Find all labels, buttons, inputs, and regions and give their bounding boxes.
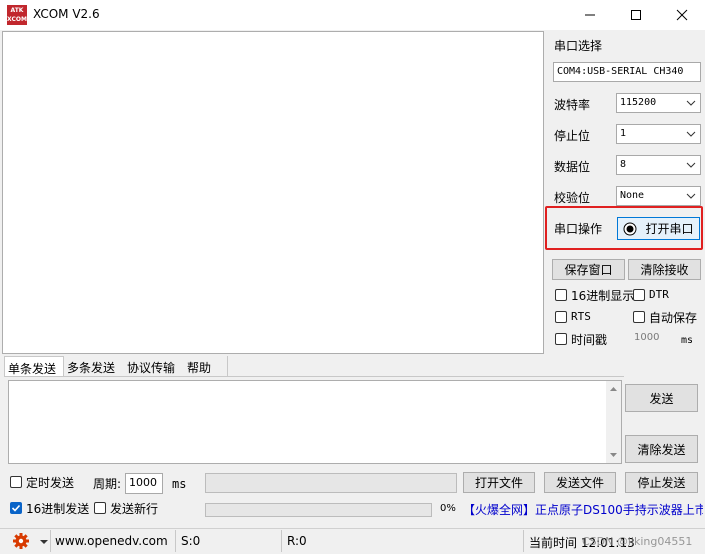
timestamp-checkbox[interactable] xyxy=(555,333,567,345)
send-scrollbar[interactable] xyxy=(606,381,621,463)
parity-value: None xyxy=(620,190,645,201)
gear-dropdown[interactable] xyxy=(40,535,48,549)
received-count: R:0 xyxy=(287,534,307,548)
status-separator xyxy=(175,530,176,552)
status-separator xyxy=(281,530,282,552)
auto-save-label: 自动保存 xyxy=(649,311,698,325)
send-button[interactable]: 发送 xyxy=(625,384,698,412)
hex-send-checkbox[interactable] xyxy=(10,502,22,514)
parity-label: 校验位 xyxy=(554,191,591,205)
scroll-up-icon xyxy=(610,387,617,391)
close-icon xyxy=(676,9,688,21)
newline-send-checkbox[interactable] xyxy=(94,502,106,514)
timestamp-label: 时间戳 xyxy=(571,333,608,347)
clear-receive-button[interactable]: 清除接收 xyxy=(628,259,701,280)
minimize-button[interactable] xyxy=(567,0,613,30)
open-port-button[interactable]: 打开串口 xyxy=(617,217,700,240)
parity-select[interactable]: None xyxy=(616,186,701,206)
stop-send-button[interactable]: 停止发送 xyxy=(625,472,698,493)
maximize-icon xyxy=(631,10,641,20)
auto-save-checkbox[interactable] xyxy=(633,311,645,323)
rts-label: RTS xyxy=(571,310,591,323)
data-bits-value: 8 xyxy=(620,159,627,170)
settings-gear-button[interactable] xyxy=(12,532,30,553)
website-link[interactable]: www.openedv.com xyxy=(55,534,168,548)
timestamp-input[interactable]: 1000 xyxy=(630,330,677,348)
baud-select[interactable]: 115200 xyxy=(616,93,701,113)
maximize-button[interactable] xyxy=(613,0,659,30)
chevron-down-icon xyxy=(686,131,696,137)
port-select[interactable]: COM4:USB-SERIAL CH340 xyxy=(553,62,701,82)
dtr-label: DTR xyxy=(649,288,669,301)
timed-send-label: 定时发送 xyxy=(26,476,75,490)
hex-display-checkbox[interactable] xyxy=(555,289,567,301)
receive-textarea[interactable] xyxy=(2,31,544,354)
stop-value: 1 xyxy=(620,128,627,139)
timestamp-unit: ms xyxy=(681,335,694,346)
period-unit: ms xyxy=(172,477,187,491)
period-input[interactable]: 1000 xyxy=(125,473,163,494)
serial-op-label: 串口操作 xyxy=(554,222,603,236)
gear-icon xyxy=(13,533,29,549)
save-window-button[interactable]: 保存窗口 xyxy=(552,259,625,280)
status-separator xyxy=(50,530,51,552)
send-file-button[interactable]: 发送文件 xyxy=(544,472,616,493)
chevron-down-icon xyxy=(686,162,696,168)
baud-value: 115200 xyxy=(620,97,657,108)
open-port-label: 打开串口 xyxy=(645,222,694,236)
port-status-icon xyxy=(623,222,637,235)
stop-label: 停止位 xyxy=(554,129,591,143)
close-button[interactable] xyxy=(659,0,705,30)
stop-select[interactable]: 1 xyxy=(616,124,701,144)
port-label: 串口选择 xyxy=(554,39,603,53)
window-title: XCOM V2.6 xyxy=(33,7,100,21)
sent-count: S:0 xyxy=(181,534,201,548)
caret-down-icon xyxy=(40,540,48,544)
port-value: COM4:USB-SERIAL CH340 xyxy=(557,66,684,77)
tab-protocol[interactable]: 协议传输 xyxy=(124,356,184,376)
data-bits-label: 数据位 xyxy=(554,160,591,174)
app-logo: ATK XCOM xyxy=(7,5,27,25)
tab-single-send[interactable]: 单条发送 xyxy=(4,356,64,376)
period-label: 周期: xyxy=(93,477,122,491)
progress-percent: 0% xyxy=(440,503,456,514)
chevron-down-icon xyxy=(686,193,696,199)
hex-display-label: 16进制显示 xyxy=(571,289,635,303)
baud-label: 波特率 xyxy=(554,98,591,112)
tab-divider xyxy=(4,376,624,377)
hex-send-label: 16进制发送 xyxy=(26,502,90,516)
minimize-icon xyxy=(585,14,595,16)
ad-link[interactable]: 【火爆全网】正点原子DS100手持示波器上市 xyxy=(463,501,703,518)
tab-multi-send[interactable]: 多条发送 xyxy=(64,356,124,376)
send-file-path xyxy=(205,473,457,493)
open-file-button[interactable]: 打开文件 xyxy=(463,472,535,493)
watermark: CSDN @liking04551 xyxy=(582,535,693,548)
status-separator xyxy=(523,530,524,552)
timed-send-checkbox[interactable] xyxy=(10,476,22,488)
clear-send-button[interactable]: 清除发送 xyxy=(625,435,698,463)
send-progress-bar xyxy=(205,503,432,517)
rts-checkbox[interactable] xyxy=(555,311,567,323)
chevron-down-icon xyxy=(686,100,696,106)
tab-help[interactable]: 帮助 xyxy=(184,356,228,376)
newline-send-label: 发送新行 xyxy=(110,502,159,516)
scroll-down-icon xyxy=(610,453,617,457)
check-icon xyxy=(11,504,21,512)
data-bits-select[interactable]: 8 xyxy=(616,155,701,175)
send-textarea[interactable] xyxy=(8,380,622,464)
dtr-checkbox[interactable] xyxy=(633,289,645,301)
